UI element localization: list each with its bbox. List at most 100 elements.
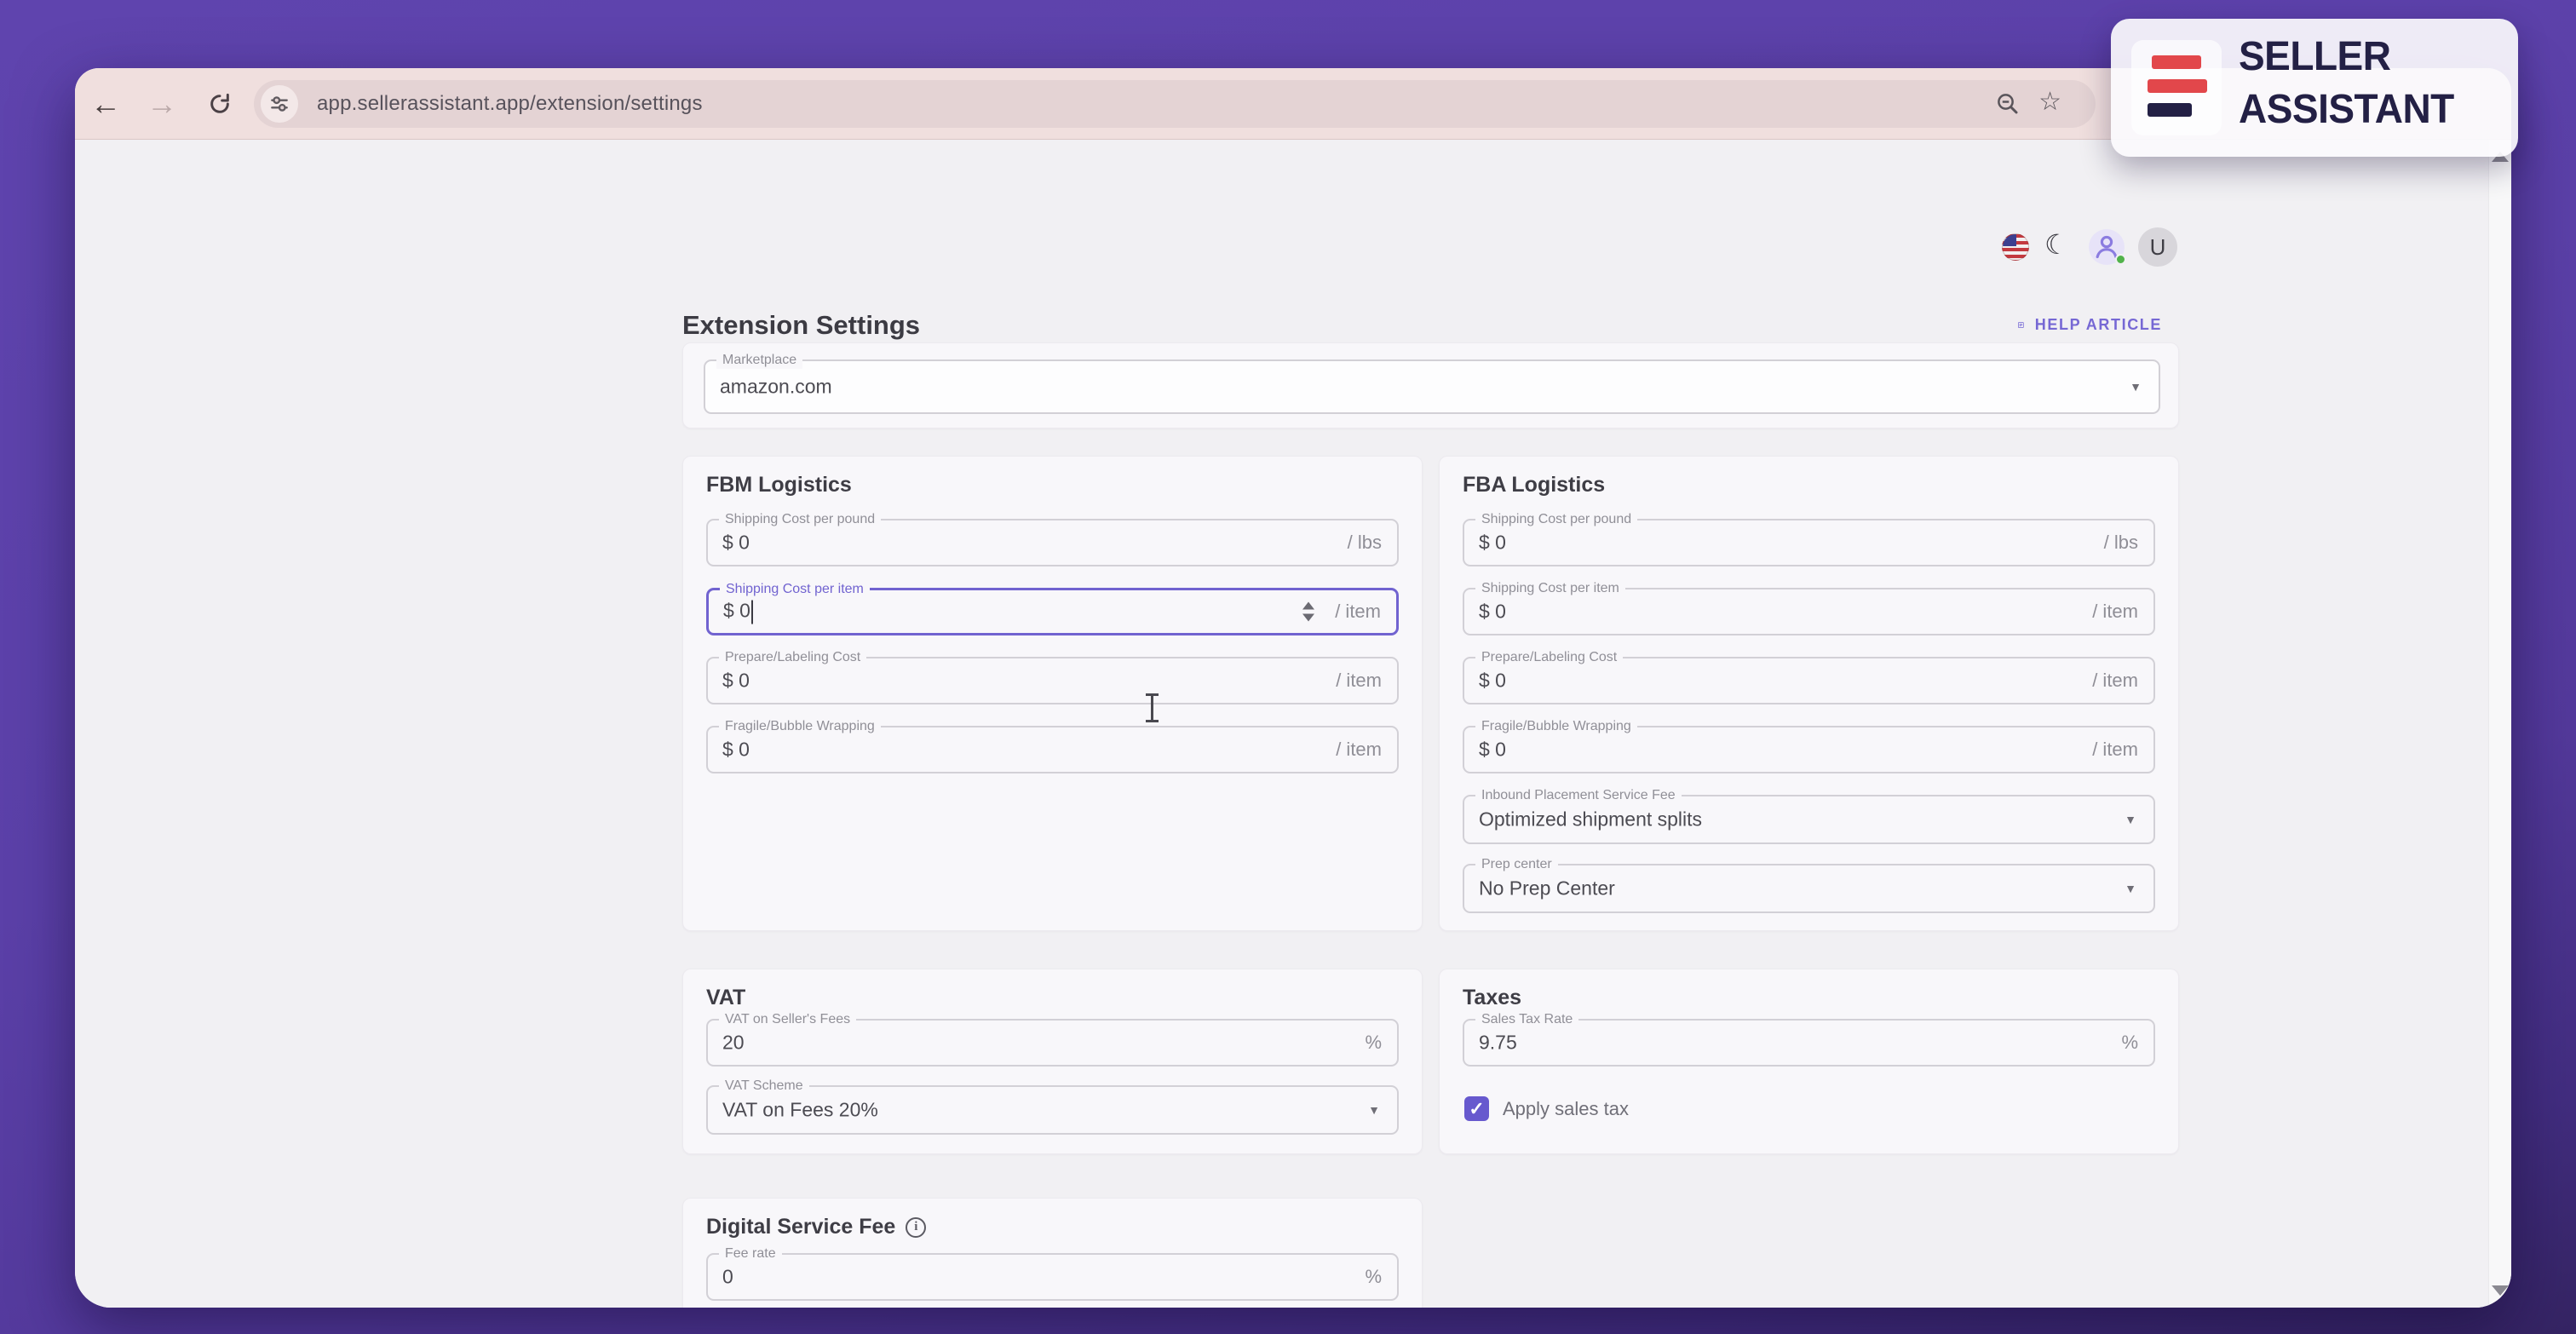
field-suffix: / item <box>2092 739 2138 760</box>
page-content: ☾ U Extension Settings Configure Seller … <box>75 140 2511 1308</box>
vat-scheme-select[interactable]: VAT Scheme VAT on Fees 20% ▼ <box>706 1077 1399 1135</box>
number-stepper[interactable] <box>1302 601 1314 622</box>
zoom-out-button[interactable] <box>1995 91 2021 121</box>
stepper-up-icon[interactable] <box>1302 601 1314 610</box>
field-label: Shipping Cost per pound <box>1475 510 1638 528</box>
user-avatar[interactable]: U <box>2138 227 2177 267</box>
field-value: 20 <box>722 1031 745 1054</box>
chevron-down-icon: ▼ <box>2125 882 2136 895</box>
page-title: Extension Settings <box>682 310 921 340</box>
field-value: 0 <box>722 1265 733 1288</box>
field-label: Inbound Placement Service Fee <box>1475 786 1682 804</box>
address-bar[interactable]: app.sellerassistant.app/extension/settin… <box>254 80 2096 128</box>
field-suffix: / lbs <box>1347 532 1382 553</box>
sales-tax-rate-field[interactable]: Sales Tax Rate 9.75 % <box>1463 1010 2155 1067</box>
fbm-shipping-cost-per-item-field[interactable]: Shipping Cost per item $ 0 / item <box>706 580 1399 635</box>
field-suffix: % <box>1365 1266 1382 1287</box>
apply-sales-tax-label: Apply sales tax <box>1503 1097 1629 1119</box>
seller-assistant-logo-icon <box>2131 40 2222 135</box>
logo-bar-navy <box>2148 103 2192 117</box>
field-suffix: / lbs <box>2103 532 2138 553</box>
field-label: Fee rate <box>719 1245 782 1262</box>
fba-prepare-labeling-cost-field[interactable]: Prepare/Labeling Cost $ 0 / item <box>1463 648 2155 704</box>
field-suffix: / item <box>2092 670 2138 691</box>
reload-button[interactable] <box>196 68 244 140</box>
logo-bar-red-2 <box>2148 79 2207 93</box>
dsf-title-text: Digital Service Fee <box>706 1215 896 1239</box>
fee-rate-field[interactable]: Fee rate 0 % <box>706 1245 1399 1301</box>
scrollbar[interactable] <box>2488 140 2511 1308</box>
field-value: VAT on Fees 20% <box>722 1098 878 1121</box>
mouse-ibeam-cursor <box>1144 693 1159 722</box>
fbm-logistics-panel: FBM Logistics Shipping Cost per pound $ … <box>682 456 1423 931</box>
fbm-fragile-bubble-wrapping-field[interactable]: Fragile/Bubble Wrapping $ 0 / item <box>706 717 1399 773</box>
field-suffix: / item <box>1336 739 1382 760</box>
text-caret <box>750 600 753 624</box>
field-suffix: / item <box>2092 601 2138 622</box>
digital-service-fee-panel: Digital Service Fee i Fee rate 0 % <box>682 1198 1423 1308</box>
field-value: $ 0 <box>722 531 750 554</box>
field-suffix: % <box>1365 1032 1382 1053</box>
vat-on-sellers-fees-field[interactable]: VAT on Seller's Fees 20 % <box>706 1010 1399 1067</box>
fba-fragile-bubble-wrapping-field[interactable]: Fragile/Bubble Wrapping $ 0 / item <box>1463 717 2155 773</box>
bookmark-star-icon[interactable]: ☆ <box>2038 87 2061 117</box>
seller-assistant-wordmark: SELLER ASSISTANT <box>2239 29 2454 135</box>
field-value: 9.75 <box>1479 1031 1517 1054</box>
field-label: Prepare/Labeling Cost <box>1475 648 1624 666</box>
account-status-button[interactable] <box>2089 229 2126 265</box>
online-status-dot <box>2115 254 2126 265</box>
magnifier-minus-icon <box>1998 94 2018 114</box>
field-suffix: / item <box>1335 601 1381 622</box>
fba-logistics-panel: FBA Logistics Shipping Cost per pound $ … <box>1439 456 2179 931</box>
taxes-panel: Taxes Sales Tax Rate 9.75 % ✓ Apply sale… <box>1439 969 2179 1154</box>
url-text: app.sellerassistant.app/extension/settin… <box>317 92 703 115</box>
field-value: $ 0 <box>1479 531 1506 554</box>
marketplace-select[interactable]: Marketplace amazon.com ▼ <box>704 351 2160 414</box>
language-flag-icon[interactable] <box>2002 233 2029 261</box>
field-label: Shipping Cost per item <box>720 580 870 598</box>
apply-sales-tax-checkbox-row[interactable]: ✓ Apply sales tax <box>1464 1096 1629 1121</box>
chevron-down-icon: ▼ <box>2130 380 2142 394</box>
site-settings-button[interactable] <box>261 85 298 123</box>
brand-line1: SELLER <box>2239 32 2391 79</box>
brand-line2: ASSISTANT <box>2239 85 2454 132</box>
fba-shipping-cost-per-pound-field[interactable]: Shipping Cost per pound $ 0 / lbs <box>1463 510 2155 566</box>
field-suffix: / item <box>1336 670 1382 691</box>
field-label: VAT on Seller's Fees <box>719 1010 857 1028</box>
field-value: $ 0 <box>1479 600 1506 623</box>
field-suffix: % <box>2121 1032 2138 1053</box>
marketplace-card: Marketplace amazon.com ▼ <box>682 342 2179 428</box>
stepper-down-icon[interactable] <box>1302 613 1314 622</box>
vat-panel: VAT VAT on Seller's Fees 20 % VAT Scheme… <box>682 969 1423 1154</box>
fba-shipping-cost-per-item-field[interactable]: Shipping Cost per item $ 0 / item <box>1463 579 2155 635</box>
forward-button[interactable]: → <box>138 68 186 140</box>
flag-canton <box>2003 234 2016 246</box>
vat-panel-title: VAT <box>706 986 746 1009</box>
reload-icon <box>210 93 229 113</box>
field-label: VAT Scheme <box>719 1077 809 1095</box>
fbm-prepare-labeling-cost-field[interactable]: Prepare/Labeling Cost $ 0 / item <box>706 648 1399 704</box>
field-value: $ 0 <box>1479 669 1506 692</box>
back-button[interactable]: ← <box>82 68 129 140</box>
inbound-placement-service-fee-select[interactable]: Inbound Placement Service Fee Optimized … <box>1463 786 2155 844</box>
logo-bar-red-1 <box>2152 55 2201 69</box>
field-label: Fragile/Bubble Wrapping <box>1475 717 1637 735</box>
field-label: Prep center <box>1475 855 1558 873</box>
dark-mode-moon-icon[interactable]: ☾ <box>2044 228 2069 261</box>
info-icon[interactable]: i <box>906 1216 927 1238</box>
fbm-panel-title: FBM Logistics <box>706 473 852 497</box>
field-value: $ 0 <box>723 600 753 624</box>
field-label: Shipping Cost per item <box>1475 579 1625 597</box>
field-value: $ 0 <box>722 669 750 692</box>
help-article-link[interactable]: HELP ARTICLE <box>2017 313 2162 336</box>
field-label: Prepare/Labeling Cost <box>719 648 867 666</box>
prep-center-select[interactable]: Prep center No Prep Center ▼ <box>1463 855 2155 913</box>
checkbox-checked-icon[interactable]: ✓ <box>1464 1096 1489 1121</box>
chevron-down-icon: ▼ <box>1368 1103 1380 1117</box>
dsf-panel-title: Digital Service Fee i <box>706 1215 927 1239</box>
field-value: $ 0 <box>722 738 750 761</box>
fbm-shipping-cost-per-pound-field[interactable]: Shipping Cost per pound $ 0 / lbs <box>706 510 1399 566</box>
scroll-down-arrow-icon[interactable] <box>2492 1285 2509 1296</box>
seller-assistant-overlay: SELLER ASSISTANT <box>2111 19 2518 157</box>
field-value: Optimized shipment splits <box>1479 808 1703 831</box>
